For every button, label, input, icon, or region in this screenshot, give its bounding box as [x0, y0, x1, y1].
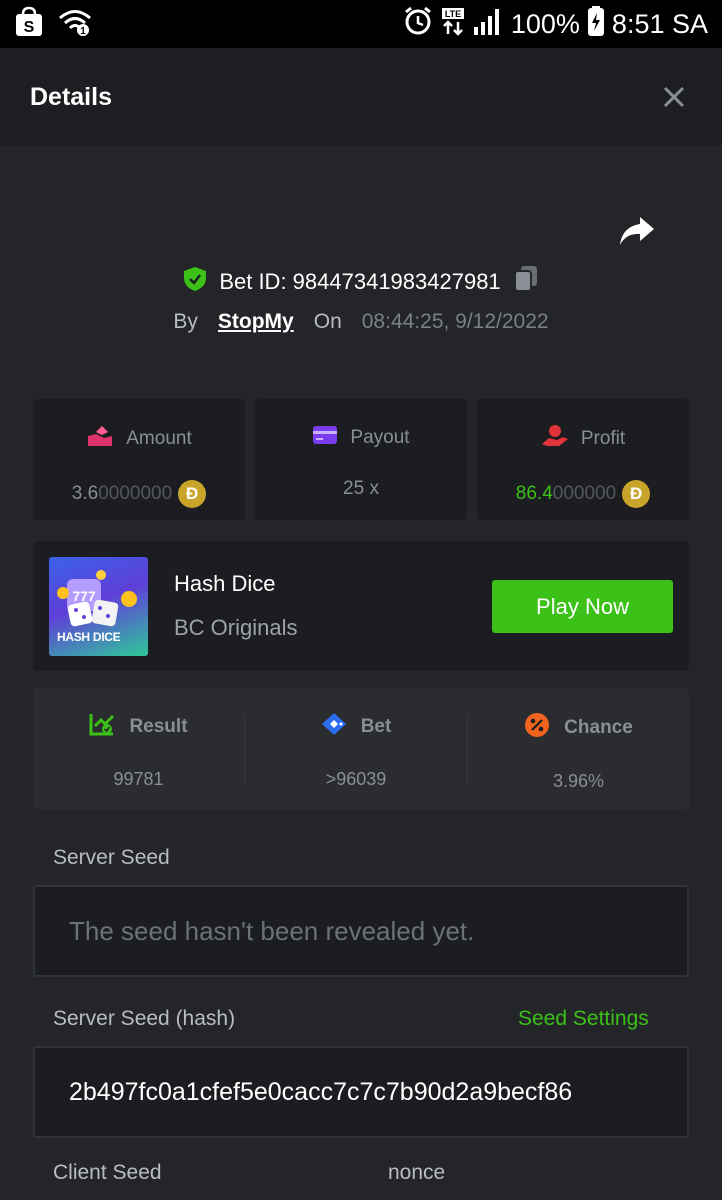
- game-subtitle: BC Originals: [174, 615, 298, 640]
- amount-label: Amount: [126, 428, 192, 449]
- copy-button[interactable]: [513, 265, 539, 299]
- nonce-label: nonce: [388, 1161, 446, 1184]
- chance-label: Chance: [564, 717, 633, 738]
- amount-value: 3.60000000: [71, 483, 173, 504]
- amount-card: Amount 3.60000000 Đ: [33, 399, 245, 520]
- result-value: 99781: [113, 769, 164, 789]
- status-bar: S 1 LTE 100% 8:51 SA: [0, 0, 722, 48]
- chance-column: Chance 3.96%: [468, 688, 689, 809]
- doge-coin-icon: Đ: [178, 480, 207, 508]
- game-card: 777 HASH DICE Hash Dice BC Originals Pla…: [33, 541, 689, 671]
- by-label: By: [173, 310, 198, 333]
- page-title: Details: [30, 82, 112, 111]
- results-card: Result 99781 Bet >96039 Chance 3.96%: [33, 688, 689, 809]
- shield-check-icon: [183, 266, 207, 298]
- profit-value: 86.4000000: [515, 483, 617, 504]
- close-icon: [663, 86, 685, 108]
- svg-text:1: 1: [80, 26, 86, 37]
- payout-value: 25 x: [343, 478, 379, 499]
- result-column: Result 99781: [33, 688, 244, 809]
- amount-icon: [86, 424, 114, 454]
- copy-icon: [513, 266, 537, 292]
- bet-id-text: Bet ID: 98447341983427981: [219, 269, 501, 294]
- dice-icon: 777: [57, 570, 137, 627]
- battery-percent: 100%: [510, 8, 580, 39]
- svg-text:S: S: [24, 19, 35, 36]
- server-seed-hash-label: Server Seed (hash): [53, 1007, 236, 1030]
- bet-label: Bet: [360, 716, 392, 737]
- alarm-icon: [403, 6, 433, 43]
- signal-icon: [473, 7, 503, 42]
- server-seed-hash-value: 2b497fc0a1cfef5e0cacc7c7c7b90d2a9becf86: [69, 1077, 573, 1106]
- seed-settings-link[interactable]: Seed Settings: [518, 1007, 649, 1031]
- bet-column: Bet >96039: [246, 688, 466, 809]
- server-seed-hash-field[interactable]: 2b497fc0a1cfef5e0cacc7c7c7b90d2a9becf86: [33, 1046, 689, 1138]
- percent-icon: [524, 712, 550, 744]
- play-now-button[interactable]: Play Now: [492, 580, 673, 633]
- game-thumbnail-text: HASH DICE: [57, 630, 121, 644]
- clock-time: 8:51 SA: [611, 8, 708, 39]
- close-button[interactable]: [656, 79, 692, 115]
- lte-icon: LTE: [441, 6, 465, 43]
- server-seed-value: The seed hasn't been revealed yet.: [69, 915, 475, 946]
- details-header: Details: [0, 48, 722, 146]
- profit-label: Profit: [580, 428, 626, 449]
- game-title: Hash Dice: [174, 571, 276, 596]
- payout-card: Payout 25 x: [255, 399, 467, 520]
- game-thumbnail[interactable]: 777 HASH DICE: [49, 557, 148, 656]
- payout-icon: [312, 424, 338, 452]
- svg-text:777: 777: [72, 588, 96, 604]
- bet-byline: By StopMy On 08:44:25, 9/12/2022: [0, 310, 722, 334]
- client-seed-label: Client Seed: [53, 1161, 162, 1184]
- result-chart-icon: [89, 712, 115, 742]
- bet-value: >96039: [325, 769, 387, 789]
- wifi-icon: 1: [58, 7, 92, 42]
- battery-charging-icon: [587, 5, 604, 43]
- profit-card: Profit 86.4000000 Đ: [477, 399, 689, 520]
- bet-datetime: 08:44:25, 9/12/2022: [361, 310, 549, 333]
- shopping-bag-icon: S: [14, 6, 44, 43]
- share-button[interactable]: [618, 215, 656, 249]
- bet-id-row: Bet ID: 98447341983427981: [0, 265, 722, 299]
- on-label: On: [313, 310, 342, 333]
- server-seed-label: Server Seed: [53, 846, 170, 869]
- profit-icon: [541, 424, 569, 454]
- doge-coin-icon: Đ: [622, 480, 651, 508]
- result-label: Result: [129, 716, 188, 737]
- payout-label: Payout: [350, 427, 410, 448]
- chance-value: 3.96%: [552, 771, 605, 791]
- bet-diamond-icon: [321, 712, 347, 742]
- svg-text:LTE: LTE: [445, 9, 461, 19]
- server-seed-field: The seed hasn't been revealed yet.: [33, 885, 689, 977]
- username-link[interactable]: StopMy: [218, 310, 294, 334]
- share-icon: [620, 217, 654, 245]
